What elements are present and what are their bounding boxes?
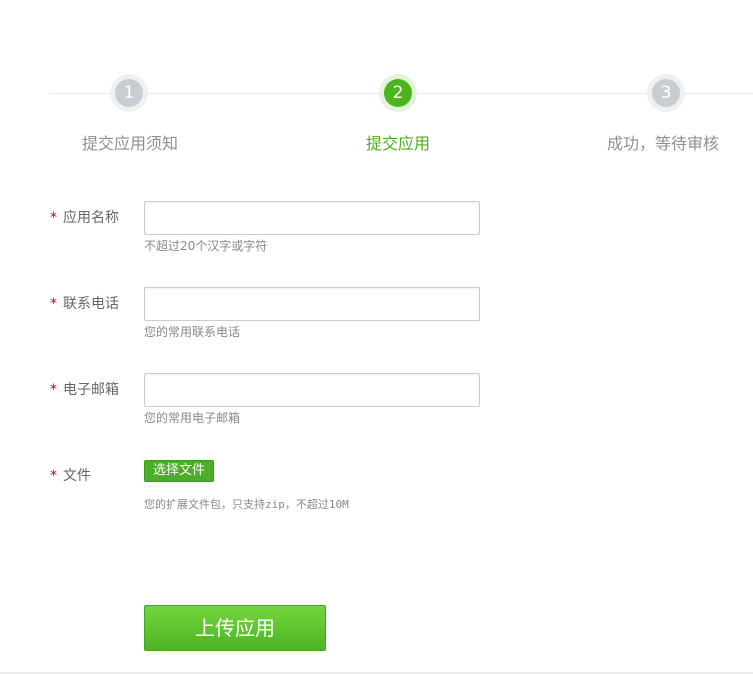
email-input[interactable] <box>144 373 480 407</box>
app-name-input[interactable] <box>144 201 480 235</box>
app-name-hint: 不超过20个汉字或字符 <box>144 239 268 253</box>
step-3-label: 成功，等待审核 <box>607 134 720 153</box>
choose-file-button[interactable]: 选择文件 <box>144 460 214 482</box>
required-mark: * <box>50 468 57 484</box>
label-text: 文件 <box>63 468 91 484</box>
app-name-label: * 应用名称 <box>50 207 119 227</box>
step-1-label: 提交应用须知 <box>82 134 179 153</box>
step-2-indicator: 2 <box>379 74 417 112</box>
label-text: 联系电话 <box>63 296 119 312</box>
phone-label: * 联系电话 <box>50 293 119 313</box>
label-text: 电子邮箱 <box>63 382 119 398</box>
phone-hint: 您的常用联系电话 <box>144 325 241 339</box>
email-hint: 您的常用电子邮箱 <box>144 411 241 425</box>
step-3-indicator: 3 <box>647 74 685 112</box>
step-1-indicator: 1 <box>110 74 148 112</box>
email-label: * 电子邮箱 <box>50 379 119 399</box>
label-text: 应用名称 <box>63 210 119 226</box>
required-mark: * <box>50 382 57 398</box>
step-2-label: 提交应用 <box>366 134 431 153</box>
step-number: 3 <box>652 79 680 107</box>
phone-input[interactable] <box>144 287 480 321</box>
step-number: 2 <box>384 79 412 107</box>
required-mark: * <box>50 296 57 312</box>
upload-app-button[interactable]: 上传应用 <box>144 605 326 651</box>
required-mark: * <box>50 210 57 226</box>
file-label: * 文件 <box>50 465 91 485</box>
file-hint: 您的扩展文件包，只支持zip，不超过10M <box>144 498 349 511</box>
step-number: 1 <box>115 79 143 107</box>
